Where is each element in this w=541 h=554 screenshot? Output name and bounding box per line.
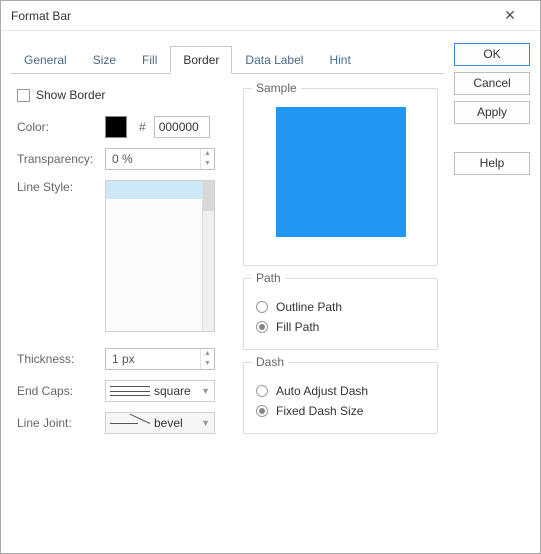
window-title: Format Bar xyxy=(11,9,490,23)
dash-fixed-label: Fixed Dash Size xyxy=(276,404,363,418)
tab-data-label[interactable]: Data Label xyxy=(232,46,316,74)
end-caps-value: square xyxy=(154,384,191,398)
chevron-down-icon: ▼ xyxy=(201,386,210,396)
show-border-checkbox[interactable] xyxy=(17,89,30,102)
line-style-label: Line Style: xyxy=(17,180,99,194)
scrollbar-thumb[interactable] xyxy=(203,181,214,211)
cancel-button[interactable]: Cancel xyxy=(454,72,530,95)
line-style-scrollbar[interactable] xyxy=(202,181,214,331)
path-legend: Path xyxy=(252,271,285,285)
line-style-list[interactable] xyxy=(105,180,215,332)
dash-group: Dash Auto Adjust Dash Fixed Dash Size xyxy=(243,362,438,434)
thickness-input[interactable] xyxy=(106,349,200,369)
dash-legend: Dash xyxy=(252,355,288,369)
transparency-input[interactable] xyxy=(106,149,200,169)
ok-button[interactable]: OK xyxy=(454,43,530,66)
thickness-down-icon[interactable]: ▼ xyxy=(201,359,214,369)
color-hex-input[interactable] xyxy=(154,116,210,138)
line-joint-value: bevel xyxy=(154,416,183,430)
thickness-stepper[interactable]: ▲ ▼ xyxy=(105,348,215,370)
radio-icon xyxy=(256,385,268,397)
tab-strip: General Size Fill Border Data Label Hint xyxy=(11,45,444,74)
sample-preview xyxy=(276,107,406,237)
tab-hint[interactable]: Hint xyxy=(316,46,363,74)
color-swatch[interactable] xyxy=(105,116,127,138)
color-label: Color: xyxy=(17,120,99,134)
tab-size[interactable]: Size xyxy=(80,46,129,74)
show-border-label: Show Border xyxy=(36,88,105,102)
radio-icon xyxy=(256,321,268,333)
help-button[interactable]: Help xyxy=(454,152,530,175)
dash-fixed-option[interactable]: Fixed Dash Size xyxy=(254,401,427,421)
end-caps-label: End Caps: xyxy=(17,384,99,398)
transparency-down-icon[interactable]: ▼ xyxy=(201,159,214,169)
sample-legend: Sample xyxy=(252,81,301,95)
close-icon[interactable]: ✕ xyxy=(490,7,530,24)
path-fill-option[interactable]: Fill Path xyxy=(254,317,427,337)
transparency-stepper[interactable]: ▲ ▼ xyxy=(105,148,215,170)
end-caps-glyph-icon xyxy=(110,386,150,396)
path-outline-option[interactable]: Outline Path xyxy=(254,297,427,317)
dash-auto-label: Auto Adjust Dash xyxy=(276,384,368,398)
apply-button[interactable]: Apply xyxy=(454,101,530,124)
chevron-down-icon: ▼ xyxy=(201,418,210,428)
transparency-up-icon[interactable]: ▲ xyxy=(201,149,214,159)
path-group: Path Outline Path Fill Path xyxy=(243,278,438,350)
end-caps-combo[interactable]: square ▼ xyxy=(105,380,215,402)
path-outline-label: Outline Path xyxy=(276,300,342,314)
tab-general[interactable]: General xyxy=(11,46,80,74)
sample-group: Sample xyxy=(243,88,438,266)
radio-icon xyxy=(256,405,268,417)
dash-auto-option[interactable]: Auto Adjust Dash xyxy=(254,381,427,401)
thickness-label: Thickness: xyxy=(17,352,99,366)
line-style-item-selected[interactable] xyxy=(106,181,202,199)
thickness-up-icon[interactable]: ▲ xyxy=(201,349,214,359)
radio-icon xyxy=(256,301,268,313)
transparency-label: Transparency: xyxy=(17,152,99,166)
line-joint-label: Line Joint: xyxy=(17,416,99,430)
line-joint-combo[interactable]: bevel ▼ xyxy=(105,412,215,434)
path-fill-label: Fill Path xyxy=(276,320,319,334)
line-joint-glyph-icon xyxy=(110,417,150,429)
hash-symbol: # xyxy=(139,120,146,134)
tab-border[interactable]: Border xyxy=(170,46,232,74)
tab-fill[interactable]: Fill xyxy=(129,46,170,74)
